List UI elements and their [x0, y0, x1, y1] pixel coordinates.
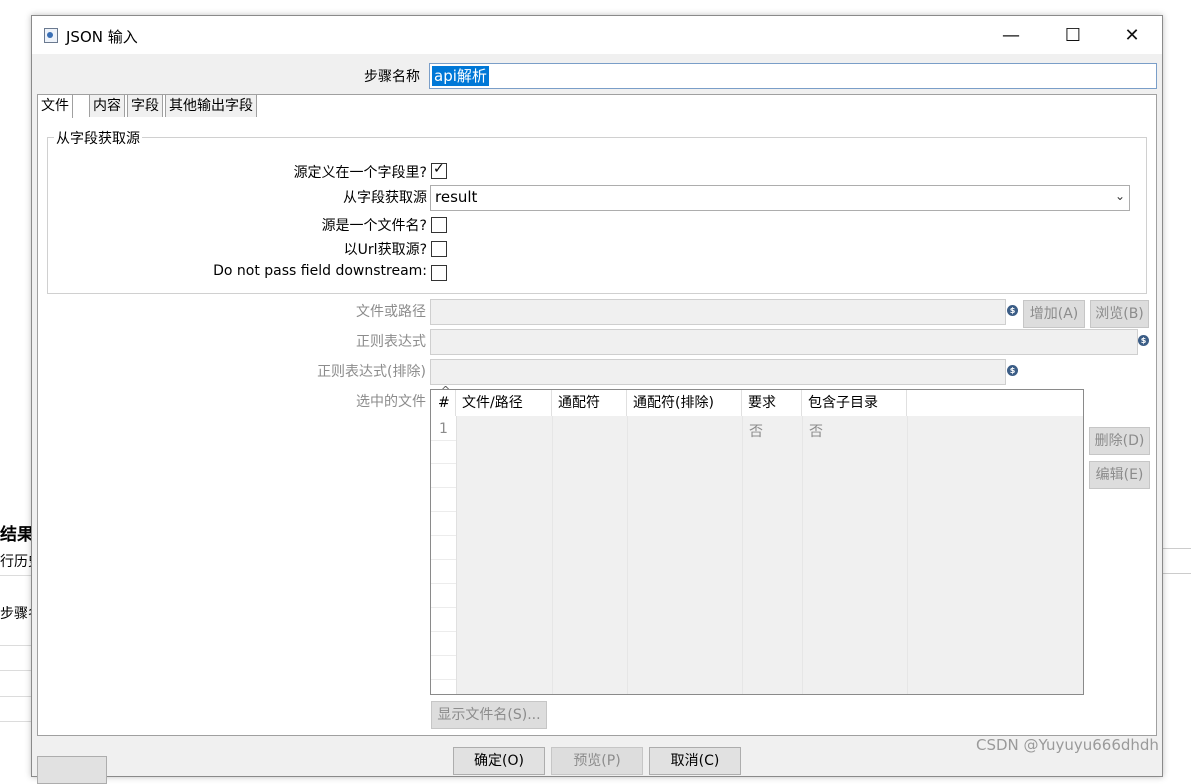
- step-name-input[interactable]: api解析: [429, 63, 1157, 89]
- row-required[interactable]: 否: [749, 421, 763, 441]
- row-divider: [431, 535, 456, 536]
- table-header-wildcard[interactable]: 通配符: [552, 390, 627, 416]
- json-input-dialog: JSON 输入 — ☐ ✕ 步骤名称 api解析 文件 内容 字段 其他输出字段…: [31, 15, 1163, 784]
- do-not-pass-field-checkbox[interactable]: [431, 265, 447, 281]
- window-title: JSON 输入: [66, 28, 138, 46]
- row-divider: [431, 559, 456, 560]
- source-is-filename-checkbox[interactable]: [431, 217, 447, 233]
- selected-files-table: # ^ 文件/路径 通配符 通配符(排除) 要求 包含子目录 1 否 否: [430, 384, 1084, 695]
- row-divider: [431, 487, 456, 488]
- table-column-divider: [627, 416, 628, 694]
- show-filenames-button[interactable]: 显示文件名(S)...: [431, 701, 547, 729]
- delete-button[interactable]: 删除(D): [1089, 427, 1150, 455]
- preview-button[interactable]: 预览(P): [551, 747, 643, 775]
- add-button[interactable]: 增加(A): [1023, 300, 1085, 328]
- step-name-label: 步骤名称: [364, 69, 420, 85]
- edit-button[interactable]: 编辑(E): [1089, 461, 1150, 489]
- get-source-from-field-label: 从字段获取源: [343, 190, 427, 206]
- background-text-result: 结果: [0, 525, 34, 545]
- row-divider: [431, 511, 456, 512]
- row-divider: [431, 679, 456, 680]
- source-in-field-label: 源定义在一个字段里?: [293, 165, 427, 181]
- checkmark-icon: ✓: [433, 161, 445, 177]
- table-header-path[interactable]: 文件/路径: [456, 390, 552, 416]
- table-column-divider: [907, 416, 908, 694]
- browse-button[interactable]: 浏览(B): [1090, 300, 1149, 328]
- table-header-empty: [907, 390, 1083, 416]
- row-number-column: [431, 416, 457, 694]
- minimize-button[interactable]: —: [988, 16, 1034, 54]
- file-or-directory-label: 文件或路径: [356, 304, 426, 320]
- selected-files-label: 选中的文件: [356, 394, 426, 410]
- variable-icon: $: [1007, 305, 1018, 316]
- ok-button[interactable]: 确定(O): [453, 747, 545, 775]
- csdn-watermark: CSDN @Yuyuyu666dhdh: [976, 736, 1159, 754]
- row-divider: [431, 655, 456, 656]
- exclude-regex-label: 正则表达式(排除): [317, 364, 426, 380]
- cancel-button[interactable]: 取消(C): [649, 747, 741, 775]
- help-button[interactable]: [37, 756, 107, 784]
- tab-fields[interactable]: 字段: [127, 94, 163, 117]
- group-title: 从字段获取源: [54, 128, 142, 148]
- variable-icon: $: [1138, 335, 1149, 346]
- table-header-exclude-wildcard[interactable]: 通配符(排除): [627, 390, 742, 416]
- do-not-pass-field-label: Do not pass field downstream:: [213, 263, 427, 279]
- row-number: 1: [439, 421, 448, 437]
- file-or-directory-input[interactable]: [430, 299, 1006, 325]
- table-header-required[interactable]: 要求: [742, 390, 802, 416]
- source-field-value: result: [435, 188, 478, 206]
- source-is-filename-label: 源是一个文件名?: [321, 218, 427, 234]
- table-header-include-subfolders[interactable]: 包含子目录: [802, 390, 907, 416]
- row-divider: [431, 440, 456, 441]
- exclude-regex-input[interactable]: [430, 359, 1006, 385]
- read-url-checkbox[interactable]: [431, 241, 447, 257]
- json-input-icon: [44, 28, 58, 43]
- regex-input[interactable]: [430, 329, 1138, 355]
- row-divider: [431, 583, 456, 584]
- chevron-down-icon: ⌄: [1114, 189, 1125, 203]
- read-url-label: 以Url获取源?: [343, 242, 427, 258]
- source-field-dropdown[interactable]: result ⌄: [430, 185, 1130, 211]
- table-column-divider: [552, 416, 553, 694]
- table-column-divider: [742, 416, 743, 694]
- regex-label: 正则表达式: [356, 334, 426, 350]
- step-name-value: api解析: [432, 66, 489, 86]
- tab-additional-output-fields[interactable]: 其他输出字段: [165, 94, 257, 117]
- row-divider: [431, 607, 456, 608]
- background-right-field: [1160, 548, 1191, 574]
- title-bar: JSON 输入 — ☐ ✕: [32, 16, 1162, 54]
- sort-icon: ^: [441, 384, 451, 397]
- source-in-field-checkbox[interactable]: ✓: [431, 161, 447, 179]
- tab-content[interactable]: 内容: [89, 94, 125, 117]
- row-divider: [431, 631, 456, 632]
- row-divider: [431, 463, 456, 464]
- row-include-subfolders[interactable]: 否: [809, 421, 823, 441]
- tab-file[interactable]: 文件: [37, 94, 73, 118]
- table-column-divider: [802, 416, 803, 694]
- close-button[interactable]: ✕: [1109, 16, 1155, 54]
- variable-icon: $: [1007, 365, 1018, 376]
- maximize-button[interactable]: ☐: [1050, 16, 1096, 54]
